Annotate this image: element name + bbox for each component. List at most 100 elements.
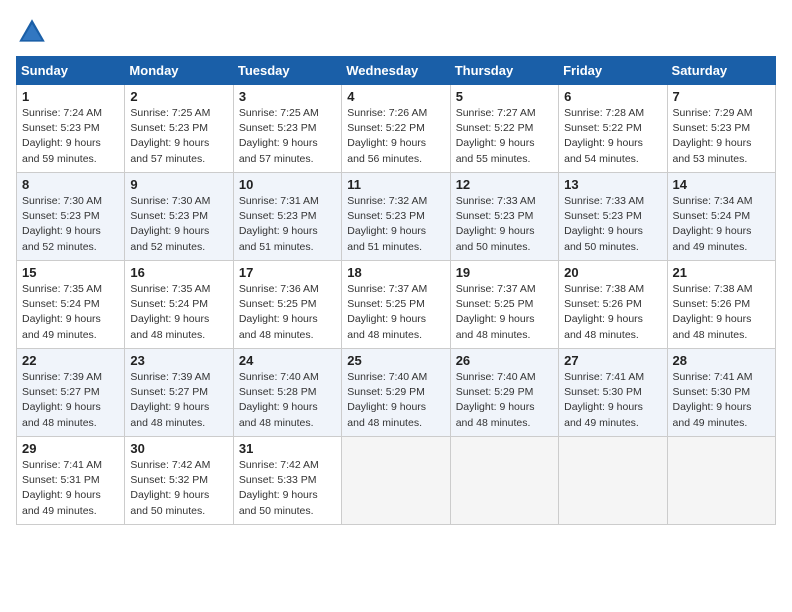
calendar-cell: 16Sunrise: 7:35 AM Sunset: 5:24 PM Dayli… bbox=[125, 261, 233, 349]
day-number: 14 bbox=[673, 177, 770, 192]
day-number: 4 bbox=[347, 89, 444, 104]
day-info: Sunrise: 7:41 AM Sunset: 5:31 PM Dayligh… bbox=[22, 458, 119, 519]
calendar-week-1: 1 Sunrise: 7:24 AM Sunset: 5:23 PM Daylig… bbox=[17, 85, 776, 173]
day-number: 5 bbox=[456, 89, 553, 104]
calendar-cell: 25 Sunrise: 7:40 AM Sunset: 5:29 PM Dayli… bbox=[342, 349, 450, 437]
day-number: 27 bbox=[564, 353, 661, 368]
day-number: 19 bbox=[456, 265, 553, 280]
day-number: 30 bbox=[130, 441, 227, 456]
day-info: Sunrise: 7:37 AM Sunset: 5:25 PM Dayligh… bbox=[347, 282, 444, 343]
day-number: 17 bbox=[239, 265, 336, 280]
day-number: 2 bbox=[130, 89, 227, 104]
day-number: 28 bbox=[673, 353, 770, 368]
day-info: Sunrise: 7:38 AM Sunset: 5:26 PM Dayligh… bbox=[673, 282, 770, 343]
day-info: Sunrise: 7:39 AM Sunset: 5:27 PM Dayligh… bbox=[22, 370, 119, 431]
calendar-cell: 10 Sunrise: 7:31 AM Sunset: 5:23 PM Dayli… bbox=[233, 173, 341, 261]
weekday-header-sunday: Sunday bbox=[17, 57, 125, 85]
calendar-cell: 21 Sunrise: 7:38 AM Sunset: 5:26 PM Dayli… bbox=[667, 261, 775, 349]
calendar-cell: 13 Sunrise: 7:33 AM Sunset: 5:23 PM Dayli… bbox=[559, 173, 667, 261]
calendar-cell: 23Sunrise: 7:39 AM Sunset: 5:27 PM Dayli… bbox=[125, 349, 233, 437]
day-number: 10 bbox=[239, 177, 336, 192]
calendar-cell: 19 Sunrise: 7:37 AM Sunset: 5:25 PM Dayli… bbox=[450, 261, 558, 349]
day-number: 18 bbox=[347, 265, 444, 280]
day-number: 24 bbox=[239, 353, 336, 368]
calendar-cell bbox=[667, 437, 775, 525]
day-info: Sunrise: 7:40 AM Sunset: 5:29 PM Dayligh… bbox=[456, 370, 553, 431]
day-info: Sunrise: 7:39 AM Sunset: 5:27 PM Dayligh… bbox=[130, 370, 227, 431]
day-number: 6 bbox=[564, 89, 661, 104]
day-info: Sunrise: 7:30 AM Sunset: 5:23 PM Dayligh… bbox=[130, 194, 227, 255]
day-info: Sunrise: 7:42 AM Sunset: 5:32 PM Dayligh… bbox=[130, 458, 227, 519]
day-number: 20 bbox=[564, 265, 661, 280]
calendar-cell: 14 Sunrise: 7:34 AM Sunset: 5:24 PM Dayli… bbox=[667, 173, 775, 261]
weekday-header-tuesday: Tuesday bbox=[233, 57, 341, 85]
day-info: Sunrise: 7:24 AM Sunset: 5:23 PM Dayligh… bbox=[22, 106, 119, 167]
day-info: Sunrise: 7:25 AM Sunset: 5:23 PM Dayligh… bbox=[130, 106, 227, 167]
weekday-header-monday: Monday bbox=[125, 57, 233, 85]
calendar-cell: 11 Sunrise: 7:32 AM Sunset: 5:23 PM Dayli… bbox=[342, 173, 450, 261]
calendar-cell bbox=[559, 437, 667, 525]
calendar-cell: 5Sunrise: 7:27 AM Sunset: 5:22 PM Daylig… bbox=[450, 85, 558, 173]
day-number: 3 bbox=[239, 89, 336, 104]
calendar-cell bbox=[342, 437, 450, 525]
calendar-cell: 12 Sunrise: 7:33 AM Sunset: 5:23 PM Dayli… bbox=[450, 173, 558, 261]
calendar-week-5: 29Sunrise: 7:41 AM Sunset: 5:31 PM Dayli… bbox=[17, 437, 776, 525]
day-info: Sunrise: 7:33 AM Sunset: 5:23 PM Dayligh… bbox=[456, 194, 553, 255]
day-number: 11 bbox=[347, 177, 444, 192]
calendar-cell: 29Sunrise: 7:41 AM Sunset: 5:31 PM Dayli… bbox=[17, 437, 125, 525]
weekday-header-friday: Friday bbox=[559, 57, 667, 85]
day-info: Sunrise: 7:42 AM Sunset: 5:33 PM Dayligh… bbox=[239, 458, 336, 519]
day-number: 8 bbox=[22, 177, 119, 192]
weekday-header-thursday: Thursday bbox=[450, 57, 558, 85]
day-info: Sunrise: 7:36 AM Sunset: 5:25 PM Dayligh… bbox=[239, 282, 336, 343]
calendar-table: SundayMondayTuesdayWednesdayThursdayFrid… bbox=[16, 56, 776, 525]
calendar-cell: 18 Sunrise: 7:37 AM Sunset: 5:25 PM Dayli… bbox=[342, 261, 450, 349]
day-info: Sunrise: 7:41 AM Sunset: 5:30 PM Dayligh… bbox=[673, 370, 770, 431]
calendar-cell: 24 Sunrise: 7:40 AM Sunset: 5:28 PM Dayli… bbox=[233, 349, 341, 437]
page-header bbox=[16, 16, 776, 48]
day-number: 15 bbox=[22, 265, 119, 280]
day-info: Sunrise: 7:30 AM Sunset: 5:23 PM Dayligh… bbox=[22, 194, 119, 255]
day-info: Sunrise: 7:31 AM Sunset: 5:23 PM Dayligh… bbox=[239, 194, 336, 255]
day-number: 12 bbox=[456, 177, 553, 192]
day-info: Sunrise: 7:32 AM Sunset: 5:23 PM Dayligh… bbox=[347, 194, 444, 255]
day-number: 1 bbox=[22, 89, 119, 104]
day-info: Sunrise: 7:33 AM Sunset: 5:23 PM Dayligh… bbox=[564, 194, 661, 255]
calendar-cell: 17 Sunrise: 7:36 AM Sunset: 5:25 PM Dayli… bbox=[233, 261, 341, 349]
day-info: Sunrise: 7:29 AM Sunset: 5:23 PM Dayligh… bbox=[673, 106, 770, 167]
calendar-cell: 1 Sunrise: 7:24 AM Sunset: 5:23 PM Daylig… bbox=[17, 85, 125, 173]
weekday-header-row: SundayMondayTuesdayWednesdayThursdayFrid… bbox=[17, 57, 776, 85]
day-number: 25 bbox=[347, 353, 444, 368]
calendar-body: 1 Sunrise: 7:24 AM Sunset: 5:23 PM Daylig… bbox=[17, 85, 776, 525]
calendar-cell: 3 Sunrise: 7:25 AM Sunset: 5:23 PM Daylig… bbox=[233, 85, 341, 173]
calendar-week-3: 15 Sunrise: 7:35 AM Sunset: 5:24 PM Dayli… bbox=[17, 261, 776, 349]
day-info: Sunrise: 7:37 AM Sunset: 5:25 PM Dayligh… bbox=[456, 282, 553, 343]
day-number: 13 bbox=[564, 177, 661, 192]
calendar-cell: 9 Sunrise: 7:30 AM Sunset: 5:23 PM Daylig… bbox=[125, 173, 233, 261]
day-number: 21 bbox=[673, 265, 770, 280]
logo-icon bbox=[16, 16, 48, 48]
calendar-cell bbox=[450, 437, 558, 525]
calendar-cell: 26 Sunrise: 7:40 AM Sunset: 5:29 PM Dayli… bbox=[450, 349, 558, 437]
calendar-cell: 20Sunrise: 7:38 AM Sunset: 5:26 PM Dayli… bbox=[559, 261, 667, 349]
day-info: Sunrise: 7:35 AM Sunset: 5:24 PM Dayligh… bbox=[22, 282, 119, 343]
day-number: 9 bbox=[130, 177, 227, 192]
day-number: 26 bbox=[456, 353, 553, 368]
weekday-header-wednesday: Wednesday bbox=[342, 57, 450, 85]
calendar-header: SundayMondayTuesdayWednesdayThursdayFrid… bbox=[17, 57, 776, 85]
day-info: Sunrise: 7:26 AM Sunset: 5:22 PM Dayligh… bbox=[347, 106, 444, 167]
day-info: Sunrise: 7:40 AM Sunset: 5:28 PM Dayligh… bbox=[239, 370, 336, 431]
calendar-cell: 27Sunrise: 7:41 AM Sunset: 5:30 PM Dayli… bbox=[559, 349, 667, 437]
weekday-header-saturday: Saturday bbox=[667, 57, 775, 85]
calendar-cell: 7 Sunrise: 7:29 AM Sunset: 5:23 PM Daylig… bbox=[667, 85, 775, 173]
day-number: 16 bbox=[130, 265, 227, 280]
calendar-cell: 2 Sunrise: 7:25 AM Sunset: 5:23 PM Daylig… bbox=[125, 85, 233, 173]
calendar-week-4: 22Sunrise: 7:39 AM Sunset: 5:27 PM Dayli… bbox=[17, 349, 776, 437]
calendar-cell: 22Sunrise: 7:39 AM Sunset: 5:27 PM Dayli… bbox=[17, 349, 125, 437]
day-number: 7 bbox=[673, 89, 770, 104]
day-info: Sunrise: 7:40 AM Sunset: 5:29 PM Dayligh… bbox=[347, 370, 444, 431]
day-info: Sunrise: 7:25 AM Sunset: 5:23 PM Dayligh… bbox=[239, 106, 336, 167]
calendar-cell: 30 Sunrise: 7:42 AM Sunset: 5:32 PM Dayli… bbox=[125, 437, 233, 525]
day-info: Sunrise: 7:34 AM Sunset: 5:24 PM Dayligh… bbox=[673, 194, 770, 255]
calendar-cell: 31Sunrise: 7:42 AM Sunset: 5:33 PM Dayli… bbox=[233, 437, 341, 525]
